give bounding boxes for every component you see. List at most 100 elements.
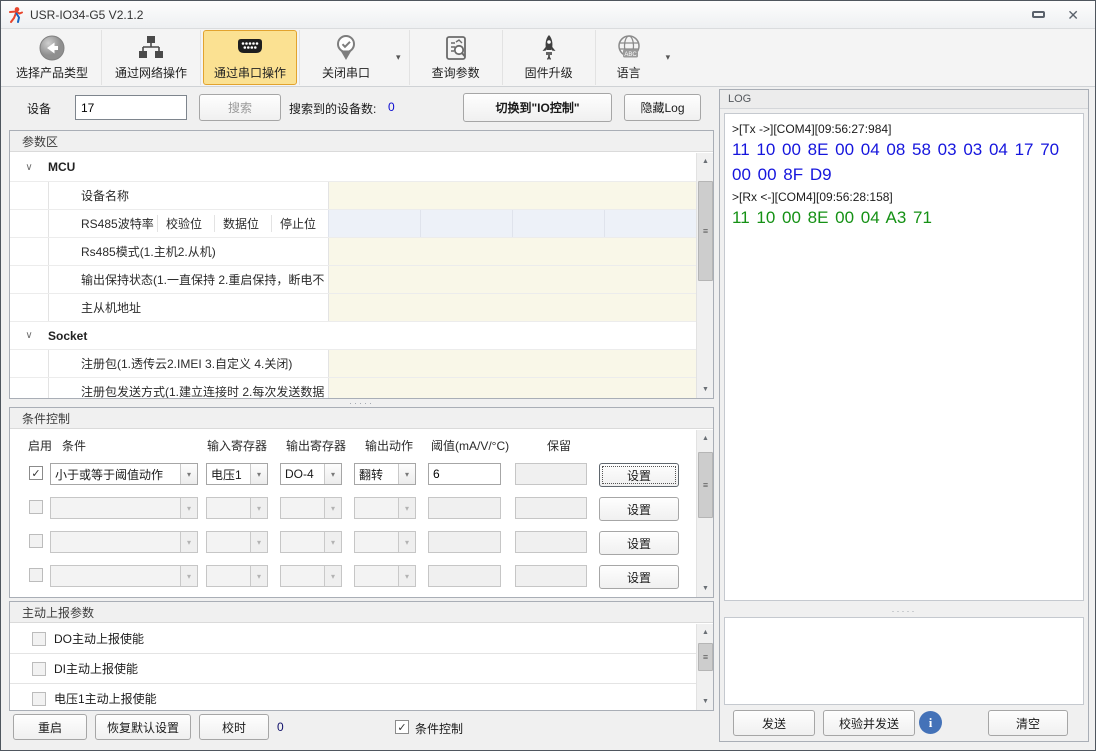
scroll-up-icon[interactable]: ▲	[697, 624, 714, 641]
param-value-cell[interactable]	[328, 350, 696, 377]
dropdown-arrow-icon[interactable]: ▾	[180, 464, 197, 484]
verify-send-button[interactable]: 校验并发送	[823, 710, 915, 736]
dropdown-arrow-icon[interactable]: ▾	[180, 498, 197, 518]
switch-to-io-control-button[interactable]: 切换到"IO控制"	[463, 93, 612, 122]
report-checkbox[interactable]	[32, 692, 46, 706]
dropdown-arrow-icon[interactable]: ▾	[398, 532, 415, 552]
scrollbar-thumb[interactable]: ≡	[698, 181, 713, 281]
dropdown-arrow-icon[interactable]: ▾	[180, 566, 197, 586]
param-group-mcu[interactable]: ∨ MCU	[10, 153, 696, 181]
dropdown-arrow-icon[interactable]: ▾	[180, 532, 197, 552]
threshold-input[interactable]	[428, 463, 501, 485]
collapse-arrow-icon[interactable]: ∨	[10, 330, 48, 341]
device-address-input[interactable]	[75, 95, 187, 120]
info-icon[interactable]: i	[919, 711, 942, 734]
dropdown-arrow-icon[interactable]: ▾	[390, 30, 407, 85]
param-value-cell[interactable]	[328, 378, 696, 398]
threshold-input[interactable]	[428, 565, 501, 587]
collapse-arrow-icon[interactable]: ∨	[10, 162, 48, 173]
restart-button[interactable]: 重启	[13, 714, 87, 740]
log-output[interactable]: >[Tx ->][COM4][09:56:27:984] 11 10 00 8E…	[724, 113, 1084, 601]
condition-select[interactable]: 小于或等于阈值动作 ▾	[50, 463, 198, 485]
dropdown-arrow-icon[interactable]: ▾	[250, 498, 267, 518]
dropdown-arrow-icon[interactable]: ▾	[250, 464, 267, 484]
scroll-up-icon[interactable]: ▲	[697, 430, 714, 447]
close-icon[interactable]: ✕	[1067, 8, 1079, 22]
threshold-input[interactable]	[428, 531, 501, 553]
dropdown-arrow-icon[interactable]: ▾	[398, 464, 415, 484]
send-button[interactable]: 发送	[733, 710, 815, 736]
splitter-dots[interactable]: ·····	[720, 605, 1088, 617]
report-checkbox[interactable]	[32, 632, 46, 646]
enable-checkbox[interactable]	[29, 500, 43, 514]
condition-scrollbar[interactable]: ▲ ≡ ▼	[696, 430, 713, 597]
param-value-cell[interactable]	[420, 210, 512, 237]
condition-control-checkbox[interactable]: ✓	[395, 720, 409, 734]
scrollbar-thumb[interactable]: ≡	[698, 452, 713, 518]
output-action-select[interactable]: ▾	[354, 497, 416, 519]
set-button[interactable]: 设置	[599, 463, 679, 487]
dropdown-arrow-icon[interactable]: ▾	[324, 532, 341, 552]
splitter-dots[interactable]: ·····	[9, 398, 714, 407]
dropdown-arrow-icon[interactable]: ▾	[324, 566, 341, 586]
output-action-select[interactable]: ▾	[354, 565, 416, 587]
set-button[interactable]: 设置	[599, 497, 679, 521]
firmware-upgrade-button[interactable]: 固件升级	[505, 30, 593, 85]
log-send-input[interactable]	[724, 617, 1084, 705]
scroll-down-icon[interactable]: ▼	[697, 381, 714, 398]
output-action-select[interactable]: ▾	[354, 531, 416, 553]
reserved-input[interactable]	[515, 497, 587, 519]
param-scrollbar[interactable]: ▲ ≡ ▼	[696, 153, 713, 398]
search-button[interactable]: 搜索	[199, 94, 281, 121]
clear-button[interactable]: 清空	[988, 710, 1068, 736]
operate-via-network-button[interactable]: 通过网络操作	[104, 30, 198, 85]
threshold-input[interactable]	[428, 497, 501, 519]
reserved-input[interactable]	[515, 565, 587, 587]
condition-select[interactable]: ▾	[50, 497, 198, 519]
output-register-select[interactable]: ▾	[280, 531, 342, 553]
enable-checkbox[interactable]	[29, 568, 43, 582]
output-register-select[interactable]: ▾	[280, 497, 342, 519]
scrollbar-thumb[interactable]: ≡	[698, 643, 713, 671]
dropdown-arrow-icon[interactable]: ▾	[398, 498, 415, 518]
report-checkbox[interactable]	[32, 662, 46, 676]
condition-select[interactable]: ▾	[50, 565, 198, 587]
close-serial-button[interactable]: 关闭串口	[302, 30, 390, 85]
minimize-icon[interactable]	[1032, 11, 1045, 18]
operate-via-serial-button[interactable]: 通过串口操作	[203, 30, 297, 85]
param-value-cell[interactable]	[328, 266, 696, 293]
condition-select[interactable]: ▾	[50, 531, 198, 553]
output-register-select[interactable]: DO-4 ▾	[280, 463, 342, 485]
language-button[interactable]: ABC 语言	[598, 30, 660, 85]
enable-checkbox[interactable]	[29, 534, 43, 548]
param-value-cell[interactable]	[328, 210, 420, 237]
scroll-up-icon[interactable]: ▲	[697, 153, 714, 170]
param-value-cell[interactable]	[512, 210, 604, 237]
dropdown-arrow-icon[interactable]: ▾	[660, 30, 677, 85]
scroll-down-icon[interactable]: ▼	[697, 693, 714, 710]
select-product-type-button[interactable]: 选择产品类型	[5, 30, 99, 85]
output-register-select[interactable]: ▾	[280, 565, 342, 587]
set-button[interactable]: 设置	[599, 565, 679, 589]
input-register-select[interactable]: ▾	[206, 497, 268, 519]
report-scrollbar[interactable]: ▲ ≡ ▼	[696, 624, 713, 710]
restore-defaults-button[interactable]: 恢复默认设置	[95, 714, 191, 740]
output-action-select[interactable]: 翻转 ▾	[354, 463, 416, 485]
reserved-input[interactable]	[515, 463, 587, 485]
dropdown-arrow-icon[interactable]: ▾	[324, 464, 341, 484]
param-value-cell[interactable]	[328, 238, 696, 265]
input-register-select[interactable]: ▾	[206, 565, 268, 587]
dropdown-arrow-icon[interactable]: ▾	[324, 498, 341, 518]
param-value-cell[interactable]	[604, 210, 696, 237]
dropdown-arrow-icon[interactable]: ▾	[398, 566, 415, 586]
hide-log-button[interactable]: 隐藏Log	[624, 94, 701, 121]
reserved-input[interactable]	[515, 531, 587, 553]
param-value-cell[interactable]	[328, 182, 696, 209]
dropdown-arrow-icon[interactable]: ▾	[250, 532, 267, 552]
input-register-select[interactable]: 电压1 ▾	[206, 463, 268, 485]
query-params-button[interactable]: 查询参数	[412, 30, 500, 85]
enable-checkbox[interactable]: ✓	[29, 466, 43, 480]
set-button[interactable]: 设置	[599, 531, 679, 555]
input-register-select[interactable]: ▾	[206, 531, 268, 553]
time-sync-button[interactable]: 校时	[199, 714, 269, 740]
